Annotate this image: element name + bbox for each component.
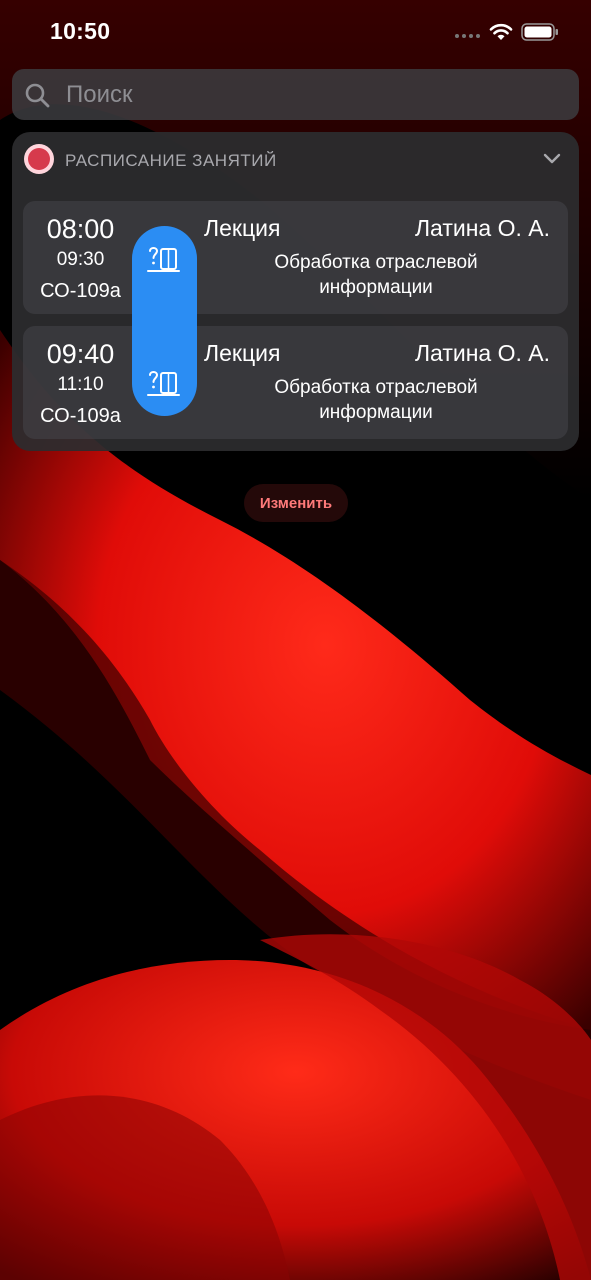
lesson-item[interactable]: 09:40 11:10 СО-109а Лекция Латина О. А. … <box>23 326 568 439</box>
lesson-item[interactable]: 08:00 09:30 СО-109а Лекция Латина О. А. … <box>23 201 568 314</box>
help-book-icon <box>147 247 180 272</box>
lesson-start-time: 08:00 <box>46 214 115 244</box>
signal-dots-icon <box>455 34 480 38</box>
lesson-room: СО-109а <box>40 405 121 427</box>
lesson-subject: Обработка отраслевой информации <box>274 252 478 298</box>
lesson-type: Лекция <box>204 340 281 366</box>
help-book-icon <box>147 371 180 396</box>
lesson-teacher: Латина О. А. <box>414 340 550 366</box>
schedule-widget: РАСПИСАНИЕ ЗАНЯТИЙ 08:00 09:30 СО-109а Л… <box>12 132 579 451</box>
widget-title: РАСПИСАНИЕ ЗАНЯТИЙ <box>65 151 277 170</box>
search-icon <box>25 83 50 108</box>
chevron-down-icon[interactable] <box>543 152 561 166</box>
lesson-end-time: 11:10 <box>57 374 104 395</box>
battery-icon <box>521 23 558 41</box>
lesson-room: СО-109а <box>40 280 121 302</box>
lesson-start-time: 09:40 <box>46 339 115 369</box>
lesson-subject: Обработка отраслевой информации <box>274 377 478 423</box>
wifi-icon <box>489 23 513 40</box>
search-bar[interactable]: Поиск <box>12 69 579 120</box>
university-emblem-icon <box>24 144 54 174</box>
lesson-end-time: 09:30 <box>56 249 105 270</box>
lesson-teacher: Латина О. А. <box>414 215 550 241</box>
status-bar: 10:50 <box>0 0 591 64</box>
lesson-type: Лекция <box>204 215 281 241</box>
edit-widgets-button[interactable]: Изменить <box>244 484 348 522</box>
drag-handle-pill[interactable] <box>132 226 197 416</box>
search-placeholder: Поиск <box>66 81 133 108</box>
status-time: 10:50 <box>50 18 111 44</box>
